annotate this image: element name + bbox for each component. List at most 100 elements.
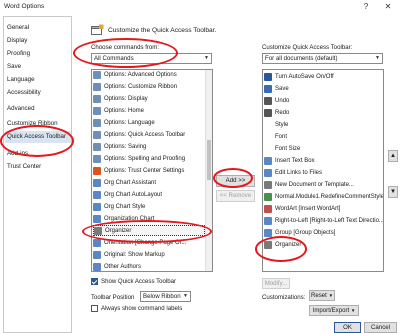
toolbar-position-value: Below Ribbon — [143, 293, 181, 300]
chevron-down-icon: ▼ — [204, 55, 209, 61]
sidebar-item-trust-center[interactable]: Trust Center — [7, 161, 41, 173]
sidebar-item-display[interactable]: Display — [7, 35, 27, 47]
list-item[interactable]: Save — [264, 83, 382, 94]
list-item-label: Edit Links to Files — [275, 169, 323, 176]
choose-commands-label: Choose commands from: — [91, 44, 160, 51]
sidebar: General Display Proofing Save Language Access… — [3, 16, 72, 333]
customizations-label: Customizations: — [262, 294, 306, 301]
sidebar-item-advanced[interactable]: Advanced — [7, 103, 35, 115]
move-down-button[interactable]: ▼ — [388, 186, 398, 198]
list-item[interactable]: New Document or Template... — [264, 179, 382, 190]
always-show-labels-checkbox[interactable] — [91, 305, 98, 312]
list-item[interactable]: Redo — [264, 107, 382, 118]
list-item[interactable]: Organizer — [93, 225, 205, 236]
blank-icon — [264, 121, 272, 129]
list-item-label: Options: Spelling and Proofing — [104, 155, 186, 162]
title-bar: Word Options ? ✕ — [0, 0, 400, 14]
list-item[interactable]: Options: Display — [93, 93, 205, 104]
list-item-label: Redo — [275, 109, 290, 116]
list-item-label: Style — [275, 121, 289, 128]
list-item[interactable]: Normal.Module1.RedefineCommentStyle — [264, 191, 383, 202]
list-item[interactable]: Orientation [Change Page Or... — [93, 237, 205, 248]
list-item[interactable]: Other Authors — [93, 261, 205, 271]
toolbar-position-dropdown[interactable]: Below Ribbon ▼ — [140, 291, 191, 302]
list-item[interactable]: Org Chart Assistant — [93, 177, 205, 188]
sidebar-item-language[interactable]: Language — [7, 74, 35, 86]
arrow-down-icon: ▼ — [389, 188, 397, 195]
list-item[interactable]: Options: Language — [93, 117, 205, 128]
org-chart-icon — [93, 178, 101, 187]
group-icon — [264, 228, 272, 237]
show-qat-option[interactable]: Show Quick Access Toolbar — [91, 278, 176, 285]
scrollbar[interactable] — [205, 70, 212, 271]
list-item[interactable]: Undo — [264, 95, 382, 106]
chevron-down-icon: ▼ — [183, 293, 188, 299]
reset-button[interactable]: Reset ▼ — [309, 290, 335, 301]
orientation-icon — [93, 238, 101, 247]
list-item[interactable]: Font — [264, 131, 382, 142]
blank-icon — [264, 133, 272, 141]
always-show-labels-label: Always show command labels — [101, 305, 183, 313]
list-item-label: Turn AutoSave On/Off — [275, 73, 334, 80]
qat-list[interactable]: Turn AutoSave On/Off Save Undo Redo Style Fon… — [262, 69, 384, 272]
import-export-button[interactable]: Import/Export ▼ — [309, 305, 359, 316]
list-item[interactable]: Font Size — [264, 143, 382, 154]
list-item[interactable]: Organizer — [264, 239, 382, 250]
list-item[interactable]: Insert Text Box — [264, 155, 382, 166]
list-item[interactable]: Right-to-Left [Right-to-Left Text Direct… — [264, 215, 383, 226]
macro-icon — [264, 192, 272, 201]
sidebar-item-add-ins[interactable]: Add-ins — [7, 148, 28, 160]
shield-icon — [93, 166, 101, 175]
list-item[interactable]: Edit Links to Files — [264, 167, 382, 178]
autosave-icon — [264, 72, 272, 81]
add-button[interactable]: Add >> — [216, 175, 255, 187]
close-button[interactable]: ✕ — [380, 1, 396, 12]
list-item[interactable]: Options: Customize Ribbon — [93, 81, 205, 92]
choose-commands-dropdown[interactable]: All Commands ▼ — [91, 53, 212, 64]
markup-icon — [93, 250, 101, 259]
commands-list[interactable]: Options: Advanced Options Options: Custom… — [91, 69, 213, 272]
list-item[interactable]: Organization Chart — [93, 213, 205, 224]
modify-button[interactable]: Modify... — [262, 278, 290, 289]
list-item-label: Undo — [275, 97, 290, 104]
list-item[interactable]: Options: Spelling and Proofing — [93, 153, 205, 164]
list-item[interactable]: Options: Advanced Options — [93, 70, 205, 80]
always-show-labels-option[interactable]: Always show command labels — [91, 305, 182, 312]
list-item[interactable]: Group [Group Objects] — [264, 227, 382, 238]
list-item[interactable]: Org Chart AutoLayout — [93, 189, 205, 200]
scrollbar-thumb[interactable] — [207, 140, 211, 180]
chevron-down-icon: ▼ — [350, 308, 356, 313]
customize-qat-value: For all documents (default) — [265, 55, 338, 62]
list-item[interactable]: Options: Trust Center Settings — [93, 165, 205, 176]
list-item[interactable]: Options: Saving — [93, 141, 205, 152]
list-item[interactable]: Original: Show Markup — [93, 249, 205, 260]
org-chart-icon — [93, 214, 101, 223]
sidebar-item-proofing[interactable]: Proofing — [7, 48, 30, 60]
show-qat-checkbox[interactable] — [91, 278, 98, 285]
list-item[interactable]: WordArt [Insert WordArt] — [264, 203, 382, 214]
options-icon — [93, 94, 101, 103]
remove-button[interactable]: << Remove — [216, 190, 255, 202]
list-item-label: Options: Display — [104, 95, 148, 102]
new-doc-icon — [264, 180, 272, 189]
sidebar-item-general[interactable]: General — [7, 22, 29, 34]
sidebar-item-accessibility[interactable]: Accessibility — [7, 87, 41, 99]
sidebar-item-save[interactable]: Save — [7, 61, 21, 73]
help-button[interactable]: ? — [358, 1, 374, 12]
reset-label: Reset — [310, 292, 327, 299]
list-item[interactable]: Org Chart Style — [93, 201, 205, 212]
list-item-label: Options: Customize Ribbon — [104, 83, 178, 90]
redo-icon — [264, 108, 272, 117]
sidebar-item-quick-access-toolbar[interactable]: Quick Access Toolbar — [5, 131, 71, 143]
list-item[interactable]: Options: Quick Access Toolbar — [93, 129, 205, 140]
list-item[interactable]: Turn AutoSave On/Off — [264, 71, 382, 82]
options-icon — [93, 70, 101, 79]
list-item[interactable]: Style — [264, 119, 382, 130]
list-item-label: Org Chart Style — [104, 203, 146, 210]
ok-button[interactable]: OK — [334, 322, 361, 333]
cancel-button[interactable]: Cancel — [364, 322, 397, 333]
customize-qat-dropdown[interactable]: For all documents (default) ▼ — [262, 53, 383, 64]
sidebar-item-customize-ribbon[interactable]: Customize Ribbon — [7, 118, 58, 130]
move-up-button[interactable]: ▲ — [388, 150, 398, 162]
list-item[interactable]: Options: Home — [93, 105, 205, 116]
